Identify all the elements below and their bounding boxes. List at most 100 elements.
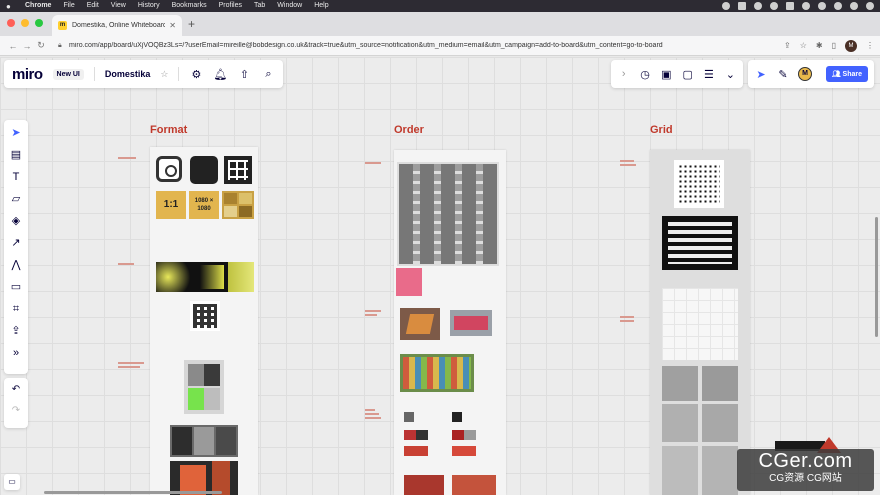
apple-icon[interactable]: ● xyxy=(6,2,15,11)
size-card-a: 1080 × 1080 xyxy=(189,191,219,219)
notification-bell-icon[interactable]: 🔔︎ xyxy=(213,68,227,81)
sticky-note[interactable] xyxy=(396,268,422,296)
user-avatar[interactable]: M xyxy=(798,67,812,81)
frames-icon[interactable]: ▣ xyxy=(660,68,673,81)
url-field[interactable]: 🔒︎ miro.com/app/board/uXjVOQBz3Ls=/?user… xyxy=(54,39,776,53)
profile-avatar[interactable]: M xyxy=(845,39,857,52)
window-controls xyxy=(7,19,43,27)
app-status-icon[interactable] xyxy=(786,2,794,10)
photo-grid-thumb xyxy=(222,191,254,219)
timer-icon[interactable]: ◷ xyxy=(638,68,651,81)
reactions-icon[interactable]: ✎ xyxy=(776,68,790,81)
horizontal-scrollbar[interactable] xyxy=(44,491,222,494)
watermark-title: CGer.com xyxy=(758,450,853,472)
star-icon[interactable]: ☆ xyxy=(160,69,168,80)
forward-icon[interactable]: → xyxy=(20,41,34,51)
sidebar-icon[interactable]: ▯ xyxy=(832,41,836,50)
notes-icon[interactable]: ☰ xyxy=(702,68,715,81)
sticky-note-icon[interactable]: ▱ xyxy=(8,192,24,206)
vertical-scrollbar[interactable] xyxy=(875,217,878,337)
order-thumb xyxy=(404,446,428,456)
contact-sheet xyxy=(397,162,499,266)
text-tool-icon[interactable]: T xyxy=(8,170,24,184)
search-icon[interactable] xyxy=(866,2,874,10)
menu-history[interactable]: History xyxy=(138,0,160,12)
textured-poster xyxy=(170,425,238,457)
bluetooth-icon[interactable] xyxy=(802,2,810,10)
play-icon[interactable] xyxy=(770,2,778,10)
bookmark-star-icon[interactable]: ☆ xyxy=(800,41,807,50)
panel-toggle-icon[interactable]: ▭ xyxy=(4,474,20,490)
menu-bookmarks[interactable]: Bookmarks xyxy=(172,0,207,12)
back-icon[interactable]: ← xyxy=(6,41,20,51)
cursor-icon[interactable]: ➤ xyxy=(754,68,768,81)
comments-icon[interactable]: ▢ xyxy=(681,68,694,81)
order-thumb xyxy=(452,446,476,456)
menu-file[interactable]: File xyxy=(63,0,74,12)
board-name[interactable]: Domestika xyxy=(105,69,151,79)
comment-icon[interactable]: ▭ xyxy=(8,280,24,294)
export-upload-icon[interactable]: ⇧ xyxy=(237,68,251,81)
miro-logo[interactable]: miro xyxy=(12,66,43,83)
more-tools-icon[interactable]: » xyxy=(8,346,24,360)
menu-help[interactable]: Help xyxy=(314,0,328,12)
new-tab-icon[interactable]: + xyxy=(188,17,195,31)
chrome-menu-icon[interactable]: ⋮ xyxy=(866,41,874,50)
side-note xyxy=(118,263,146,265)
pen-icon[interactable]: ⋀ xyxy=(8,258,24,272)
undo-redo-toolbar: ↶ ↷ xyxy=(4,378,28,428)
frame-icon[interactable]: ⌗ xyxy=(8,302,24,316)
wifi-icon[interactable] xyxy=(818,2,826,10)
sync-icon[interactable] xyxy=(754,2,762,10)
menu-tab[interactable]: Tab xyxy=(254,0,265,12)
book-stack-photo xyxy=(450,310,492,336)
more-chevron-icon[interactable]: ⌄ xyxy=(724,68,737,81)
board-canvas[interactable]: Format Order Grid 1:1 1080 × 1080 xyxy=(0,57,880,495)
format-column[interactable]: 1:1 1080 × 1080 xyxy=(150,147,258,495)
side-note xyxy=(620,160,648,166)
miro-favicon-icon: m xyxy=(58,21,67,30)
menu-app-name[interactable]: Chrome xyxy=(25,0,51,12)
shapes-icon[interactable]: ◈ xyxy=(8,214,24,228)
side-note xyxy=(365,310,393,316)
battery-icon[interactable] xyxy=(834,2,842,10)
settings-gear-icon[interactable]: ⚙ xyxy=(189,68,203,81)
connection-line-icon[interactable]: ↗ xyxy=(8,236,24,250)
extensions-icon[interactable]: ✱ xyxy=(816,41,823,50)
heading-grid: Grid xyxy=(650,124,673,136)
menu-view[interactable]: View xyxy=(111,0,126,12)
menu-profiles[interactable]: Profiles xyxy=(219,0,242,12)
upload-icon[interactable]: ⇪ xyxy=(8,324,24,338)
status-app-icon[interactable] xyxy=(722,2,730,10)
grid-tile xyxy=(702,366,738,401)
close-tab-icon[interactable]: ✕ xyxy=(169,21,176,30)
order-thumb xyxy=(404,430,428,440)
board-header: miro New UI Domestika ☆ ⚙ 🔔︎ ⇧ ⌕ xyxy=(4,60,284,88)
share-button[interactable]: 👥︎ Share xyxy=(825,66,868,82)
menu-edit[interactable]: Edit xyxy=(87,0,99,12)
close-window-button[interactable] xyxy=(7,19,15,27)
select-cursor-icon[interactable]: ➤ xyxy=(8,126,24,140)
lock-icon[interactable]: 🔒︎ xyxy=(58,42,64,49)
redo-icon[interactable]: ↷ xyxy=(12,405,20,416)
dropbox-icon[interactable] xyxy=(738,2,746,10)
browser-tab-domestika[interactable]: m Domestika, Online Whiteboard ✕ xyxy=(52,15,182,36)
collapse-chevron-icon[interactable]: › xyxy=(617,68,630,80)
type-poster xyxy=(190,301,220,331)
order-thumb xyxy=(404,412,414,422)
control-center-icon[interactable] xyxy=(850,2,858,10)
macos-menu-bar: ● Chrome File Edit View History Bookmark… xyxy=(0,0,880,12)
grid-column[interactable] xyxy=(650,150,750,495)
minimize-window-button[interactable] xyxy=(21,19,29,27)
search-icon[interactable]: ⌕ xyxy=(261,68,275,81)
menu-window[interactable]: Window xyxy=(277,0,302,12)
order-column[interactable] xyxy=(394,150,506,495)
blank-grid-page xyxy=(662,288,738,360)
reload-icon[interactable]: ↻ xyxy=(34,40,48,51)
grid-tile xyxy=(662,446,698,495)
undo-icon[interactable]: ↶ xyxy=(12,384,20,395)
templates-icon[interactable]: ▤ xyxy=(8,148,24,162)
zoom-window-button[interactable] xyxy=(35,19,43,27)
new-ui-badge[interactable]: New UI xyxy=(52,68,84,80)
share-page-icon[interactable]: ⇪ xyxy=(784,41,791,50)
